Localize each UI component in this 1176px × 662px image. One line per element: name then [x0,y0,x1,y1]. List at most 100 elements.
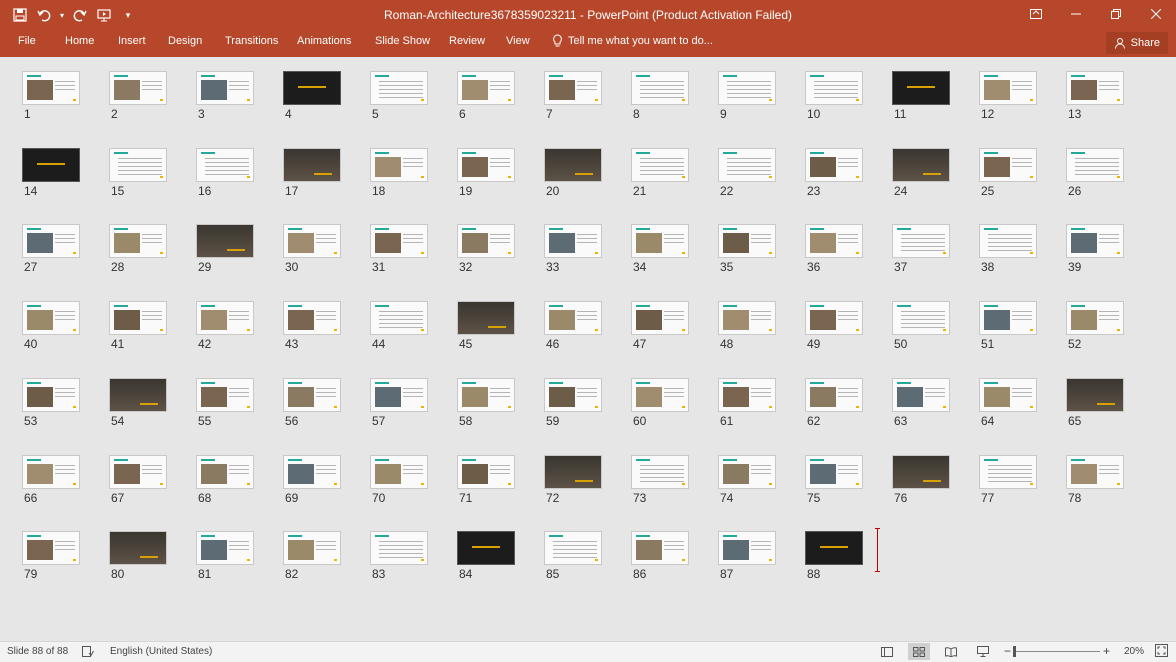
zoom-slider-thumb[interactable] [1013,646,1016,657]
slide-thumbnail[interactable]: 41 [109,301,167,352]
slide-thumbnail[interactable]: 65 [1066,378,1124,429]
slide-thumbnail[interactable]: 6 [457,71,515,122]
slide-thumbnail[interactable]: 5 [370,71,428,122]
tab-design[interactable]: Design [168,35,202,47]
tab-file[interactable]: File [18,35,36,47]
slide-thumbnail[interactable]: 12 [979,71,1037,122]
slide-thumbnail[interactable]: 9 [718,71,776,122]
slide-thumbnail[interactable]: 2 [109,71,167,122]
slide-thumbnail[interactable]: 56 [283,378,341,429]
normal-view-button[interactable] [876,643,898,660]
minimize-icon[interactable] [1056,0,1096,28]
slide-thumbnail[interactable]: 30 [283,224,341,275]
zoom-slider-track[interactable] [1016,651,1100,652]
save-icon[interactable] [10,5,30,25]
slide-thumbnail[interactable]: 16 [196,148,254,199]
slide-thumbnail[interactable]: 76 [892,455,950,506]
slide-thumbnail[interactable]: 32 [457,224,515,275]
slide-thumbnail[interactable]: 82 [283,531,341,582]
zoom-in-button[interactable]: + [1103,644,1110,658]
slide-thumbnail[interactable]: 61 [718,378,776,429]
slide-thumbnail[interactable]: 69 [283,455,341,506]
start-from-beginning-icon[interactable] [94,5,114,25]
slide-thumbnail[interactable]: 31 [370,224,428,275]
slide-thumbnail[interactable]: 21 [631,148,689,199]
restore-icon[interactable] [1096,0,1136,28]
undo-icon[interactable] [34,5,54,25]
slide-thumbnail[interactable]: 53 [22,378,80,429]
slide-thumbnail[interactable]: 22 [718,148,776,199]
share-button[interactable]: Share [1105,32,1168,54]
slide-thumbnail[interactable]: 63 [892,378,950,429]
undo-dropdown-icon[interactable]: ▾ [58,5,66,25]
slide-thumbnail[interactable]: 52 [1066,301,1124,352]
fit-to-window-icon[interactable] [1155,644,1168,660]
slide-thumbnail[interactable]: 64 [979,378,1037,429]
slide-thumbnail[interactable]: 36 [805,224,863,275]
slide-thumbnail[interactable]: 74 [718,455,776,506]
redo-icon[interactable] [70,5,90,25]
slide-thumbnail[interactable]: 71 [457,455,515,506]
slide-thumbnail[interactable]: 42 [196,301,254,352]
slide-thumbnail[interactable]: 84 [457,531,515,582]
slide-thumbnail[interactable]: 34 [631,224,689,275]
language-indicator[interactable]: English (United States) [110,646,212,657]
slide-thumbnail[interactable]: 26 [1066,148,1124,199]
slide-thumbnail[interactable]: 24 [892,148,950,199]
slide-thumbnail[interactable]: 83 [370,531,428,582]
close-icon[interactable] [1136,0,1176,28]
slide-thumbnail[interactable]: 85 [544,531,602,582]
slide-thumbnail[interactable]: 27 [22,224,80,275]
tab-home[interactable]: Home [65,35,94,47]
slide-thumbnail[interactable]: 51 [979,301,1037,352]
slide-thumbnail[interactable]: 73 [631,455,689,506]
customize-toolbar-icon[interactable]: ▾ [118,5,138,25]
tab-insert[interactable]: Insert [118,35,146,47]
slide-thumbnail[interactable]: 47 [631,301,689,352]
slide-thumbnail[interactable]: 13 [1066,71,1124,122]
slide-thumbnail[interactable]: 15 [109,148,167,199]
slide-thumbnail[interactable]: 62 [805,378,863,429]
tab-slide-show[interactable]: Slide Show [375,35,430,47]
slide-thumbnail[interactable]: 8 [631,71,689,122]
tab-animations[interactable]: Animations [297,35,351,47]
slide-thumbnail[interactable]: 46 [544,301,602,352]
slide-thumbnail[interactable]: 77 [979,455,1037,506]
slide-thumbnail[interactable]: 29 [196,224,254,275]
slide-thumbnail[interactable]: 17 [283,148,341,199]
slide-thumbnail[interactable]: 72 [544,455,602,506]
slide-thumbnail[interactable]: 23 [805,148,863,199]
slide-thumbnail[interactable]: 59 [544,378,602,429]
slide-thumbnail[interactable]: 45 [457,301,515,352]
slide-thumbnail[interactable]: 79 [22,531,80,582]
slide-thumbnail[interactable]: 60 [631,378,689,429]
slide-thumbnail[interactable]: 57 [370,378,428,429]
slide-thumbnail[interactable]: 87 [718,531,776,582]
slide-thumbnail[interactable]: 78 [1066,455,1124,506]
slide-thumbnail[interactable]: 1 [22,71,80,122]
slide-thumbnail[interactable]: 50 [892,301,950,352]
slide-thumbnail[interactable]: 38 [979,224,1037,275]
tab-transitions[interactable]: Transitions [225,35,278,47]
slide-thumbnail[interactable]: 14 [22,148,80,199]
slide-thumbnail[interactable]: 10 [805,71,863,122]
tell-me-search[interactable]: Tell me what you want to do... [552,34,713,48]
ribbon-display-options-icon[interactable] [1016,0,1056,28]
slide-thumbnail[interactable]: 40 [22,301,80,352]
slide-thumbnail[interactable]: 39 [1066,224,1124,275]
tab-view[interactable]: View [506,35,530,47]
slide-thumbnail[interactable]: 55 [196,378,254,429]
slide-thumbnail[interactable]: 37 [892,224,950,275]
slide-thumbnail[interactable]: 68 [196,455,254,506]
slide-thumbnail[interactable]: 44 [370,301,428,352]
slide-thumbnail[interactable]: 75 [805,455,863,506]
slide-show-view-button[interactable] [972,643,994,660]
slide-thumbnail[interactable]: 54 [109,378,167,429]
spell-check-icon[interactable] [82,646,94,660]
slide-thumbnail[interactable]: 58 [457,378,515,429]
tab-review[interactable]: Review [449,35,485,47]
slide-thumbnail[interactable]: 43 [283,301,341,352]
slide-thumbnail[interactable]: 28 [109,224,167,275]
slide-thumbnail[interactable]: 3 [196,71,254,122]
slide-thumbnail[interactable]: 25 [979,148,1037,199]
